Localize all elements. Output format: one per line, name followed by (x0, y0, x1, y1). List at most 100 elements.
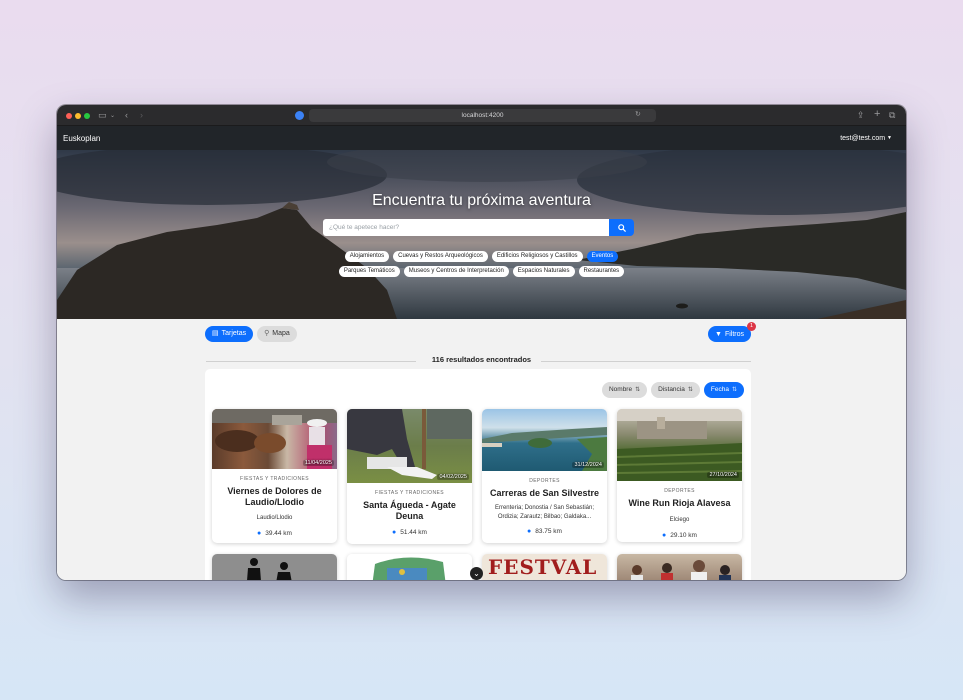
search-icon (617, 223, 626, 232)
hero-banner: Encuentra tu próxima aventura Alojamient… (57, 150, 906, 319)
event-card-image (212, 554, 337, 580)
event-category: DEPORTES (664, 488, 695, 494)
event-card-image: 11/04/2025 (212, 409, 337, 469)
category-chips-row-1: Alojamientos Cuevas y Restos Arqueológic… (57, 251, 906, 262)
location-pin-icon: ● (527, 527, 532, 535)
event-card-image (617, 554, 742, 580)
reload-icon[interactable]: ↻ (635, 109, 641, 121)
event-card[interactable] (347, 554, 472, 580)
close-window-button[interactable] (66, 112, 72, 119)
chip-cuevas[interactable]: Cuevas y Restos Arqueológicos (393, 251, 488, 262)
event-distance-value: 39.44 km (265, 530, 292, 537)
site-favicon-icon (295, 111, 304, 120)
hero-title: Encuentra tu próxima aventura (372, 192, 591, 209)
forward-icon[interactable]: › (140, 109, 143, 121)
browser-window: ▭ ⌄ ‹ › localhost:4200 ↻ ⇪ + ⧉ Euskoplan… (57, 105, 906, 580)
share-icon[interactable]: ⇪ (857, 109, 865, 121)
carousel-prev-button[interactable]: ⌄ (470, 567, 483, 580)
sort-arrows-icon: ⇅ (731, 387, 737, 393)
filters-label: Filtros (724, 330, 744, 338)
chip-alojamientos[interactable]: Alojamientos (344, 251, 390, 262)
chip-eventos[interactable]: Eventos (586, 251, 619, 262)
chevron-down-icon[interactable]: ⌄ (110, 110, 115, 122)
event-category: DEPORTES (529, 478, 560, 484)
maximize-window-button[interactable] (84, 112, 90, 119)
event-date: 27/10/2024 (707, 472, 739, 478)
sort-distance-label: Distancia (658, 386, 685, 393)
location-pin-icon: ● (392, 529, 397, 536)
event-card-image: FESTVAL (482, 554, 607, 580)
filter-icon: ▼ (715, 330, 722, 338)
event-card[interactable]: 27/10/2024 DEPORTES Wine Run Rioja Alave… (617, 409, 742, 542)
back-icon[interactable]: ‹ (125, 109, 128, 121)
browser-toolbar: ▭ ⌄ ‹ › localhost:4200 ↻ ⇪ + ⧉ (57, 105, 906, 126)
search-bar (323, 219, 634, 236)
brand-logo[interactable]: Euskoplan (63, 134, 100, 143)
event-date: 11/04/2025 (302, 460, 334, 466)
sort-arrows-icon: ⇅ (635, 387, 641, 393)
event-card[interactable]: 31/12/2024 DEPORTES Carreras de San Silv… (482, 409, 607, 543)
event-location: Elciego (669, 516, 690, 523)
event-title: Santa Águeda - Agate Deuna (363, 500, 456, 521)
event-date: 04/02/2025 (437, 474, 469, 480)
app-navbar: Euskoplan test@test.com ▼ (57, 126, 906, 150)
view-cards-button[interactable]: ▤ Tarjetas (205, 326, 254, 342)
event-title: Viernes de Dolores de Laudio/Llodio (227, 486, 322, 507)
page-content: Encuentra tu próxima aventura Alojamient… (57, 150, 906, 580)
event-card-image: 31/12/2024 (482, 409, 607, 471)
sort-date-button[interactable]: Fecha ⇅ (703, 382, 744, 398)
event-location: Errenteria; Donostia / San Sebastián; Or… (494, 504, 595, 520)
event-card[interactable] (617, 554, 742, 580)
view-toggle: ▤ Tarjetas ⚲ Mapa (205, 326, 297, 342)
location-pin-icon: ● (257, 530, 262, 537)
view-cards-label: Tarjetas (221, 330, 247, 337)
minimize-window-button[interactable] (75, 112, 81, 119)
chip-restaurantes[interactable]: Restaurantes (578, 266, 625, 277)
event-distance: ● 29.10 km (617, 532, 742, 539)
tab-overview-icon[interactable]: ⧉ (889, 109, 895, 121)
event-title: Carreras de San Silvestre (489, 488, 600, 498)
event-card-image (347, 554, 472, 580)
sort-controls: Nombre ⇅ Distancia ⇅ Fecha ⇅ (601, 382, 744, 398)
sort-distance-button[interactable]: Distancia ⇅ (651, 382, 700, 398)
address-bar[interactable]: localhost:4200 (309, 109, 656, 122)
event-card[interactable]: 04/02/2025 FIESTAS Y TRADICIONES Santa Á… (347, 409, 472, 544)
results-toolbar: ▤ Tarjetas ⚲ Mapa ▼ Filtros 1 (57, 319, 906, 355)
chip-edificios[interactable]: Edificios Religiosos y Castillos (491, 251, 583, 262)
filters-button[interactable]: ▼ Filtros 1 (708, 322, 756, 342)
sort-name-button[interactable]: Nombre ⇅ (601, 382, 648, 398)
chip-parques[interactable]: Parques Temáticos (338, 266, 400, 277)
event-category: FIESTAS Y TRADICIONES (375, 490, 444, 496)
event-card[interactable]: FESTVAL (482, 554, 607, 580)
sort-name-label: Nombre (608, 386, 633, 393)
event-card-image: 04/02/2025 (347, 409, 472, 483)
event-title: Wine Run Rioja Alavesa (628, 498, 731, 508)
event-distance: ● 51.44 km (347, 529, 472, 536)
user-menu[interactable]: test@test.com ▼ (840, 135, 892, 142)
event-card[interactable]: 11/04/2025 FIESTAS Y TRADICIONES Viernes… (212, 409, 337, 543)
event-distance-value: 51.44 km (400, 529, 427, 536)
location-pin-icon: ● (662, 531, 667, 539)
event-date: 31/12/2024 (572, 462, 604, 468)
event-distance-value: 83.75 km (535, 527, 562, 535)
event-card[interactable] (212, 554, 337, 580)
search-input[interactable] (323, 219, 609, 236)
view-map-button[interactable]: ⚲ Mapa (257, 326, 297, 342)
new-tab-icon[interactable]: + (874, 108, 880, 120)
chip-museos[interactable]: Museos y Centros de Interpretación (403, 266, 509, 277)
event-card-image: 27/10/2024 (617, 409, 742, 481)
sort-date-label: Fecha (710, 386, 729, 393)
caret-down-icon: ▼ (887, 134, 892, 141)
event-distance-value: 29.10 km (670, 531, 697, 539)
chip-espacios[interactable]: Espacios Naturales (512, 266, 575, 277)
event-location: Laudio/Llodio (256, 515, 293, 521)
cards-icon: ▤ (212, 330, 219, 337)
sidebar-toggle-icon[interactable]: ▭ (98, 109, 107, 121)
search-button[interactable] (609, 219, 634, 236)
event-poster-title: FESTVAL (488, 555, 598, 579)
event-distance: ● 83.75 km (482, 528, 607, 535)
category-chips-row-2: Parques Temáticos Museos y Centros de In… (57, 266, 906, 277)
view-map-label: Mapa (272, 330, 290, 337)
user-email: test@test.com (840, 134, 886, 142)
event-category: FIESTAS Y TRADICIONES (240, 476, 309, 482)
